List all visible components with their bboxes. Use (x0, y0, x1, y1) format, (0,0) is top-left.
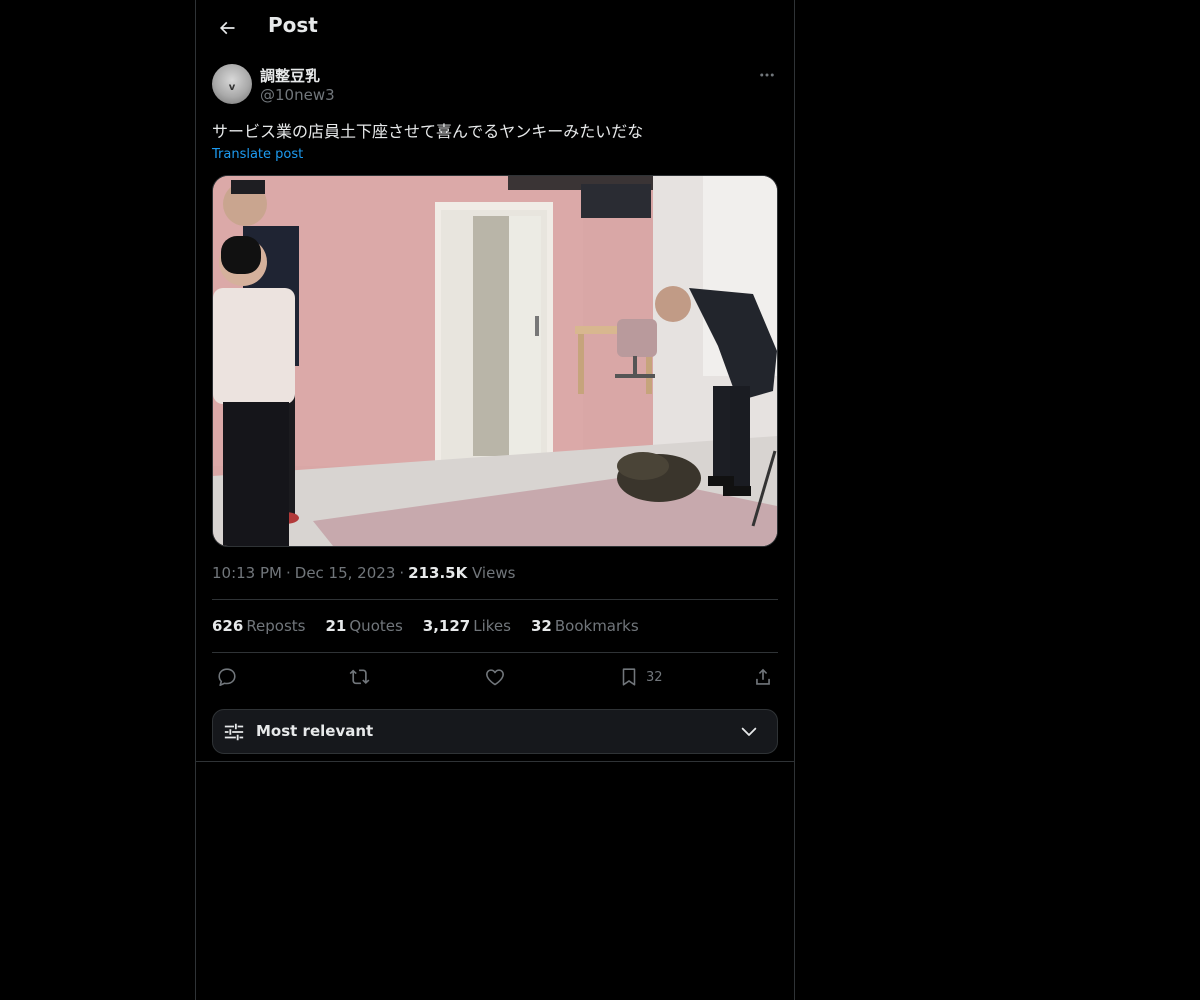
bookmark-icon (622, 668, 636, 686)
post-media-photo[interactable] (212, 175, 778, 547)
post-metadata: 10:13 PM · Dec 15, 2023 · 213.5K Views (212, 564, 515, 582)
repost-button[interactable] (349, 664, 371, 690)
page-title: Post (268, 13, 318, 37)
translate-post-link[interactable]: Translate post (212, 147, 303, 162)
bookmark-button[interactable]: 32 (618, 664, 663, 690)
share-button[interactable] (752, 664, 774, 690)
avatar[interactable]: v (212, 64, 252, 104)
post-date[interactable]: Dec 15, 2023 (295, 564, 396, 582)
arrow-left-icon (219, 21, 235, 35)
repost-icon (349, 669, 370, 685)
likes-count: 3,127 (422, 617, 471, 635)
author-name[interactable]: 調整豆乳 (260, 65, 320, 86)
divider (212, 599, 778, 600)
back-button[interactable] (210, 11, 244, 45)
more-horizontal-icon (760, 73, 774, 77)
sliders-icon (224, 723, 244, 741)
avatar-glyph: v (228, 82, 236, 93)
reply-sort-dropdown[interactable]: Most relevant (212, 709, 778, 754)
bookmark-count: 32 (646, 669, 663, 685)
share-icon (756, 668, 770, 685)
reposts-stat[interactable]: 626 Reposts (212, 617, 306, 635)
separator-dot: · (399, 564, 405, 582)
more-options-button[interactable] (756, 64, 778, 86)
reply-button[interactable] (216, 664, 238, 690)
likes-label: Likes (473, 617, 511, 635)
chevron-down-icon (741, 727, 757, 736)
views-label: Views (472, 564, 516, 582)
reposts-label: Reposts (246, 617, 306, 635)
like-button[interactable] (484, 664, 506, 690)
post-time[interactable]: 10:13 PM (212, 564, 282, 582)
post-text: サービス業の店員土下座させて喜んでるヤンキーみたいだな (212, 122, 644, 141)
author-handle[interactable]: @10new3 (260, 86, 335, 104)
heart-icon (486, 669, 504, 686)
reposts-count: 626 (212, 617, 244, 635)
bookmarks-count: 32 (530, 617, 552, 635)
photo-image (213, 176, 777, 546)
quotes-label: Quotes (349, 617, 403, 635)
divider (212, 652, 778, 653)
engagement-stats: 626 Reposts 21 Quotes 3,127 Likes 32 Bookmar… (212, 617, 639, 635)
bookmarks-label: Bookmarks (554, 617, 639, 635)
divider (196, 761, 794, 762)
quotes-stat[interactable]: 21 Quotes (326, 617, 403, 635)
views-count[interactable]: 213.5K (408, 564, 467, 582)
page-header: Post (196, 0, 794, 53)
quotes-count: 21 (325, 617, 347, 635)
reply-icon (218, 668, 236, 687)
sort-label: Most relevant (256, 722, 374, 740)
action-bar: 32 (212, 664, 778, 690)
bookmarks-stat[interactable]: 32 Bookmarks (531, 617, 639, 635)
likes-stat[interactable]: 3,127 Likes (423, 617, 511, 635)
separator-dot: · (285, 564, 291, 582)
primary-column: Post v 調整豆乳 @10new3 サービス業の店員土下座させて喜んでるヤン… (195, 0, 795, 1000)
